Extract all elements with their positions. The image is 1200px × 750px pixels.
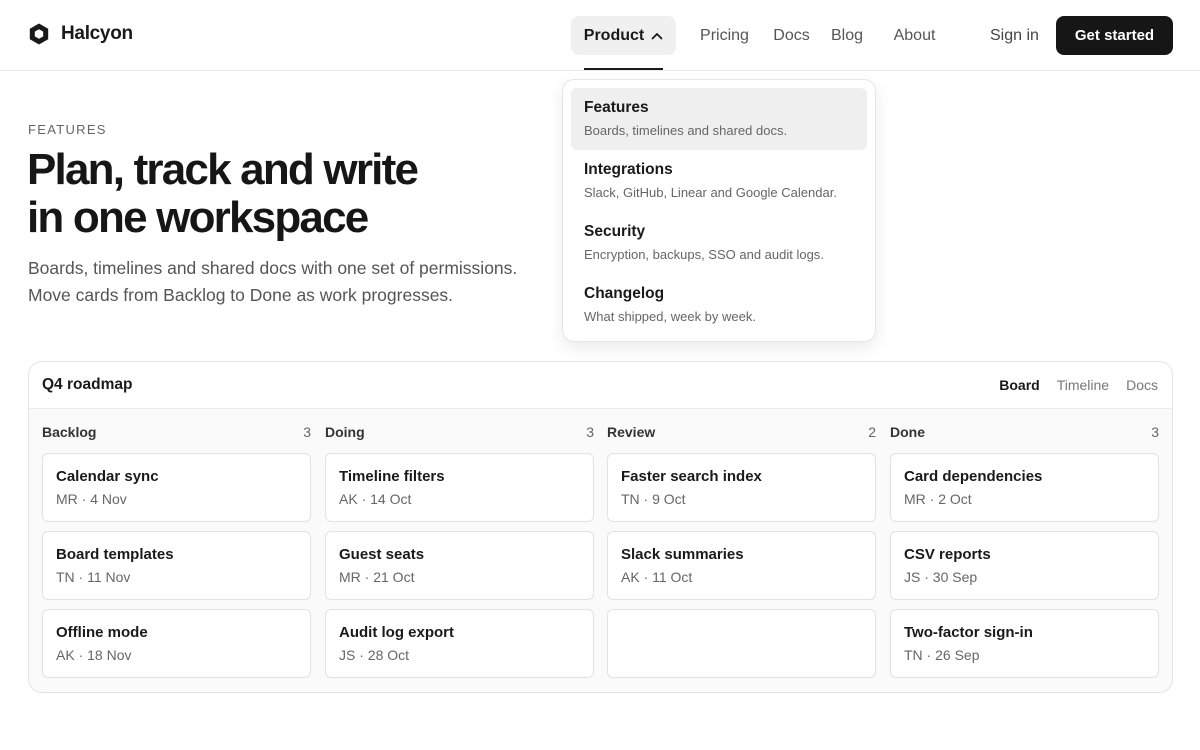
column-count: 3 bbox=[586, 424, 594, 440]
column-doing: Doing 3 Timeline filters AK · 14 Oct Gue… bbox=[325, 409, 594, 687]
view-tabs: Board Timeline Docs bbox=[999, 377, 1158, 393]
card-title: Calendar sync bbox=[56, 468, 159, 485]
task-card[interactable]: Card dependencies MR · 2 Oct bbox=[890, 453, 1159, 522]
task-card[interactable]: Faster search index TN · 9 Oct bbox=[607, 453, 876, 522]
card-title: CSV reports bbox=[904, 546, 991, 563]
page-title: Plan, track and write in one workspace bbox=[27, 146, 547, 242]
brand-logo-link[interactable]: Halcyon bbox=[28, 22, 133, 46]
tab-board[interactable]: Board bbox=[999, 377, 1039, 393]
card-meta: MR · 2 Oct bbox=[904, 491, 972, 507]
nav-product-label: Product bbox=[583, 26, 645, 44]
column-name: Review bbox=[607, 424, 656, 440]
column-backlog: Backlog 3 Calendar sync MR · 4 Nov Board… bbox=[42, 409, 311, 687]
nav-docs[interactable]: Docs bbox=[773, 16, 810, 55]
menu-item-title: Security bbox=[584, 223, 646, 240]
column-review: Review 2 Faster search index TN · 9 Oct … bbox=[607, 409, 876, 687]
sign-in-link[interactable]: Sign in bbox=[990, 16, 1039, 55]
column-name: Doing bbox=[325, 424, 365, 440]
card-meta: TN · 9 Oct bbox=[621, 491, 686, 507]
nav-product[interactable]: Product bbox=[571, 16, 676, 70]
menu-item-title: Changelog bbox=[584, 285, 665, 302]
nav-about[interactable]: About bbox=[892, 16, 937, 55]
column-header: Backlog 3 bbox=[42, 409, 311, 453]
task-card[interactable]: Two-factor sign-in TN · 26 Sep bbox=[890, 609, 1159, 678]
column-header: Done 3 bbox=[890, 409, 1159, 453]
card-meta: AK · 11 Oct bbox=[621, 569, 693, 585]
card-title: Board templates bbox=[56, 546, 174, 563]
get-started-button[interactable]: Get started bbox=[1056, 16, 1173, 55]
task-card[interactable]: Board templates TN · 11 Nov bbox=[42, 531, 311, 600]
task-card[interactable]: Slack summaries AK · 11 Oct bbox=[607, 531, 876, 600]
card-meta: JS · 30 Sep bbox=[904, 569, 978, 585]
card-meta: MR · 4 Nov bbox=[56, 491, 127, 507]
board-title: Q4 roadmap bbox=[42, 376, 133, 393]
hero-description-line-2: Move cards from Backlog to Done as work … bbox=[28, 285, 454, 305]
column-header: Doing 3 bbox=[325, 409, 594, 453]
hero-description-line-1: Boards, timelines and shared docs with o… bbox=[28, 258, 518, 278]
card-title: Card dependencies bbox=[904, 468, 1043, 485]
menu-item-title: Integrations bbox=[584, 161, 673, 178]
card-title: Offline mode bbox=[56, 624, 148, 641]
card-meta: AK · 18 Nov bbox=[56, 647, 132, 663]
column-count: 3 bbox=[303, 424, 311, 440]
card-meta: MR · 21 Oct bbox=[339, 569, 415, 585]
menu-item-security[interactable]: Security Encryption, backups, SSO and au… bbox=[571, 212, 867, 274]
card-title: Slack summaries bbox=[621, 546, 744, 563]
task-card[interactable]: Audit log export JS · 28 Oct bbox=[325, 609, 594, 678]
page-title-line-1: Plan, track and write bbox=[27, 145, 419, 194]
task-card[interactable]: Timeline filters AK · 14 Oct bbox=[325, 453, 594, 522]
menu-item-changelog[interactable]: Changelog What shipped, week by week. bbox=[571, 274, 867, 336]
hexagon-logo-icon bbox=[28, 22, 50, 46]
menu-item-description: Encryption, backups, SSO and audit logs. bbox=[584, 247, 824, 262]
task-card[interactable]: Offline mode AK · 18 Nov bbox=[42, 609, 311, 678]
tab-docs[interactable]: Docs bbox=[1126, 377, 1158, 393]
empty-card-slot bbox=[607, 609, 876, 678]
card-meta: TN · 11 Nov bbox=[56, 569, 131, 585]
menu-item-description: Slack, GitHub, Linear and Google Calenda… bbox=[584, 185, 837, 200]
roadmap-board: Q4 roadmap Board Timeline Docs Backlog 3… bbox=[28, 361, 1173, 693]
task-card[interactable]: Guest seats MR · 21 Oct bbox=[325, 531, 594, 600]
site-header: Halcyon Product Pricing Docs Blog About … bbox=[0, 0, 1200, 71]
card-title: Audit log export bbox=[339, 624, 454, 641]
task-card[interactable]: Calendar sync MR · 4 Nov bbox=[42, 453, 311, 522]
brand-name: Halcyon bbox=[61, 23, 133, 44]
menu-item-integrations[interactable]: Integrations Slack, GitHub, Linear and G… bbox=[571, 150, 867, 212]
chevron-up-icon bbox=[651, 27, 663, 45]
nav-blog[interactable]: Blog bbox=[830, 16, 864, 55]
menu-item-description: What shipped, week by week. bbox=[584, 309, 756, 324]
nav-pricing[interactable]: Pricing bbox=[688, 16, 761, 55]
card-meta: JS · 28 Oct bbox=[339, 647, 410, 663]
main-nav: Product Pricing Docs Blog About bbox=[571, 16, 937, 70]
task-card[interactable]: CSV reports JS · 30 Sep bbox=[890, 531, 1159, 600]
page-title-line-2: in one workspace bbox=[27, 193, 369, 242]
page: Halcyon Product Pricing Docs Blog About … bbox=[0, 0, 1200, 750]
card-title: Guest seats bbox=[339, 546, 425, 563]
section-eyebrow: FEATURES bbox=[28, 122, 107, 137]
menu-item-title: Features bbox=[584, 99, 649, 116]
menu-item-features[interactable]: Features Boards, timelines and shared do… bbox=[571, 88, 867, 150]
board-header: Q4 roadmap Board Timeline Docs bbox=[29, 362, 1172, 409]
card-meta: TN · 26 Sep bbox=[904, 647, 980, 663]
card-title: Two-factor sign-in bbox=[904, 624, 1033, 641]
column-count: 2 bbox=[868, 424, 876, 440]
column-header: Review 2 bbox=[607, 409, 876, 453]
hero-description: Boards, timelines and shared docs with o… bbox=[28, 255, 548, 309]
board-columns: Backlog 3 Calendar sync MR · 4 Nov Board… bbox=[29, 409, 1172, 692]
column-name: Backlog bbox=[42, 424, 97, 440]
column-done: Done 3 Card dependencies MR · 2 Oct CSV … bbox=[890, 409, 1159, 687]
card-title: Faster search index bbox=[621, 468, 762, 485]
tab-timeline[interactable]: Timeline bbox=[1057, 377, 1109, 393]
column-name: Done bbox=[890, 424, 925, 440]
column-count: 3 bbox=[1151, 424, 1159, 440]
card-title: Timeline filters bbox=[339, 468, 445, 485]
menu-item-description: Boards, timelines and shared docs. bbox=[584, 123, 788, 138]
card-meta: AK · 14 Oct bbox=[339, 491, 412, 507]
product-dropdown-menu: Features Boards, timelines and shared do… bbox=[562, 79, 876, 342]
